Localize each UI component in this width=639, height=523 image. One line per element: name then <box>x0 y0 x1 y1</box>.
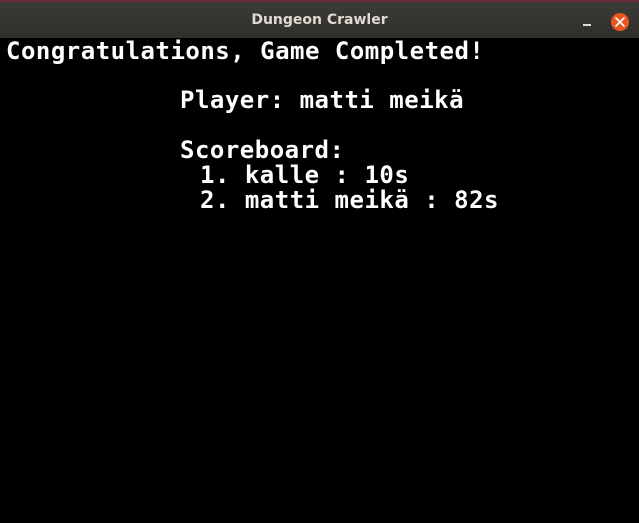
close-icon <box>615 17 625 27</box>
close-button[interactable] <box>611 13 629 31</box>
completion-headline: Congratulations, Game Completed! <box>6 38 485 65</box>
scoreboard-heading: Scoreboard: <box>180 136 345 164</box>
title-bar[interactable]: Dungeon Crawler <box>0 0 639 38</box>
window-title: Dungeon Crawler <box>251 12 388 28</box>
scoreboard-entry: 2. matti meikä : 82s <box>200 186 499 214</box>
minimize-icon <box>583 24 591 26</box>
player-name-line: Player: matti meikä <box>180 86 465 114</box>
scoreboard-entry: 1. kalle : 10s <box>200 161 410 189</box>
minimize-button[interactable] <box>578 11 596 29</box>
game-canvas[interactable]: Congratulations, Game Completed! Player:… <box>0 38 639 523</box>
game-window: Dungeon Crawler Congratulations, Game Co… <box>0 0 639 523</box>
